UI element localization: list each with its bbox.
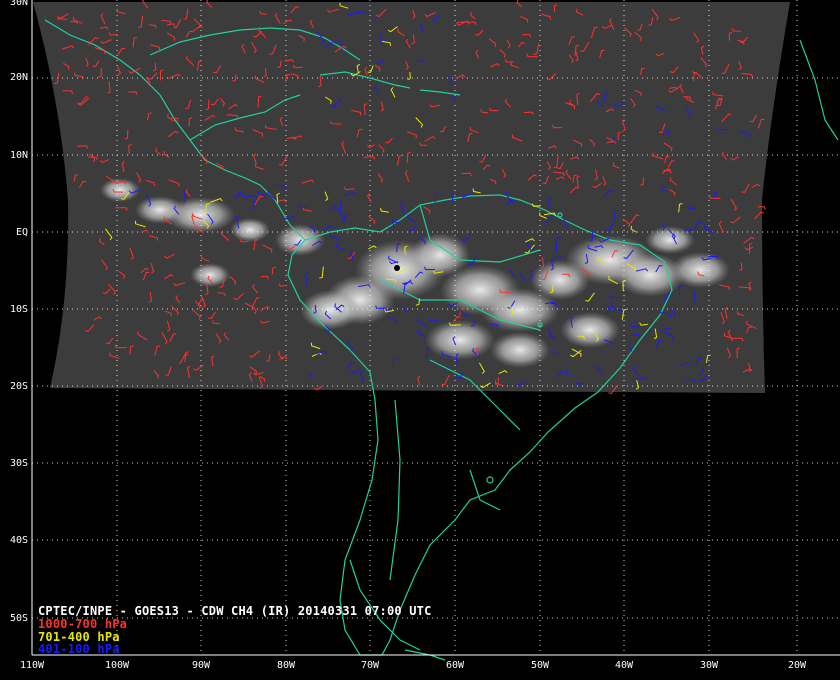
legend-high-level: 401-100 hPa [38, 642, 120, 656]
lon-label: 70W [360, 660, 380, 671]
lon-label: 110W [19, 660, 45, 671]
lon-label: 100W [104, 660, 130, 671]
lat-label: 10N [9, 150, 28, 161]
cloud-patch [135, 196, 185, 224]
satellite-wind-map [0, 0, 840, 680]
lat-label: 30S [9, 458, 28, 469]
map-title: CPTEC/INPE - GOES13 - CDW CH4 (IR) 20140… [38, 604, 432, 618]
cloud-patch [275, 224, 325, 256]
legend-low-level: 1000-700 hPa [38, 617, 128, 631]
cloud-patch [100, 178, 140, 202]
lon-label: 20W [787, 660, 807, 671]
lon-label: 30W [699, 660, 719, 671]
lat-label: 20N [9, 72, 28, 83]
lat-label: 50S [9, 613, 28, 624]
lon-label: 80W [276, 660, 296, 671]
cloud-patch [230, 218, 270, 242]
lat-label: EQ [15, 227, 28, 238]
cloud-patch [190, 263, 230, 287]
lon-label: 40W [614, 660, 634, 671]
lon-label: 60W [445, 660, 465, 671]
lat-label: 30N [9, 0, 28, 8]
lon-label: 90W [191, 660, 211, 671]
lat-label: 40S [9, 535, 28, 546]
lat-label: 20S [9, 381, 28, 392]
cloud-patch [490, 332, 550, 368]
lon-label: 50W [530, 660, 550, 671]
cloud-patch [670, 252, 730, 288]
point-marker [394, 265, 400, 271]
cloud-patch [425, 320, 495, 360]
satellite-image-area [33, 2, 790, 393]
lat-label: 10S [9, 304, 28, 315]
